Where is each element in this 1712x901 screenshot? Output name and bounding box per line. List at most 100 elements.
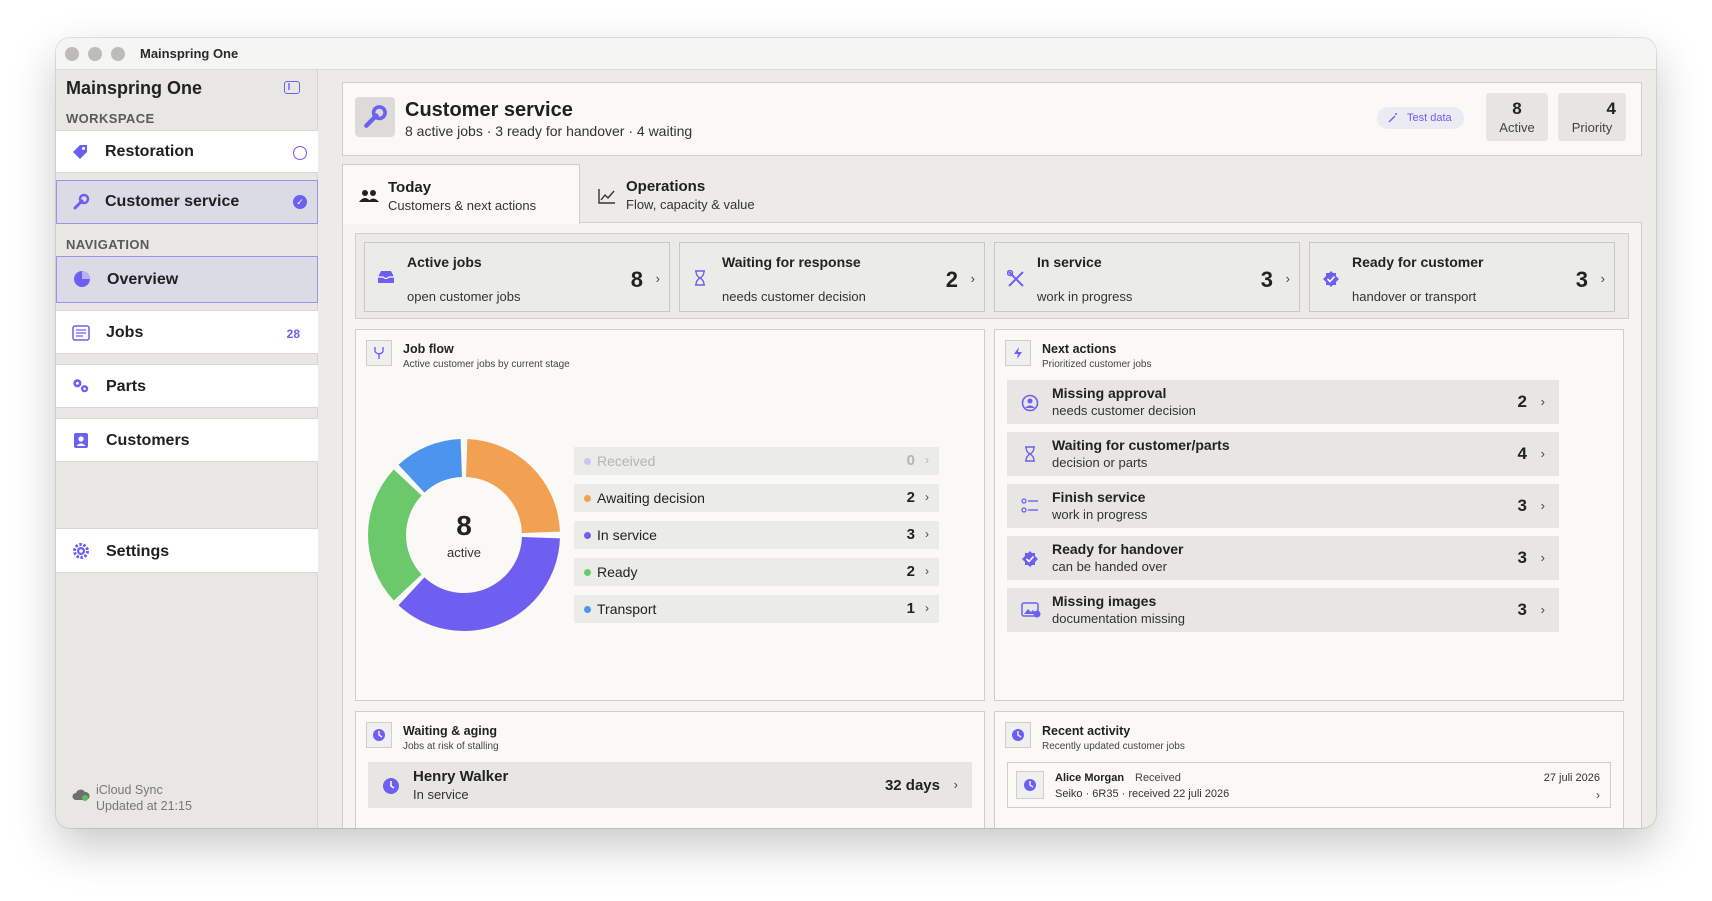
donut-center-value: 8 — [456, 510, 472, 541]
tray-icon — [377, 270, 395, 289]
recent-activity-card: Recent activity Recently updated custome… — [994, 711, 1624, 828]
legend-label: Ready — [597, 564, 638, 580]
legend-label: Received — [597, 453, 656, 469]
legend-row-in-service[interactable]: In service 3 › — [574, 521, 939, 549]
kpi-subtitle: open customer jobs — [407, 289, 521, 304]
priority-stat-value: 4 — [1606, 99, 1616, 118]
legend-row-ready[interactable]: Ready 2 › — [574, 558, 939, 586]
sidebar-item-customer-service[interactable]: Customer service ✓ — [56, 180, 318, 224]
next-action-missing-images[interactable]: Missing images documentation missing 3 › — [1007, 588, 1559, 632]
radio-selected-check-icon[interactable]: ✓ — [293, 195, 307, 209]
sidebar-item-restoration[interactable]: Restoration — [56, 130, 318, 173]
tab-subtitle: Customers & next actions — [388, 198, 537, 213]
card-subtitle: Recently updated customer jobs — [1042, 741, 1185, 752]
minimize-window-button[interactable] — [88, 47, 102, 61]
card-subtitle: Jobs at risk of stalling — [403, 741, 499, 752]
sidebar: Mainspring One WORKSPACE Restoration Cus… — [56, 70, 318, 828]
legend-row-received[interactable]: Received 0 › — [574, 447, 939, 475]
chevron-right-icon: › — [970, 271, 975, 286]
person-question-icon — [1021, 394, 1039, 417]
legend-row-awaiting-decision[interactable]: Awaiting decision 2 › — [574, 484, 939, 512]
activity-status: Received — [1135, 772, 1181, 784]
sidebar-item-overview[interactable]: Overview — [56, 256, 318, 303]
sidebar-item-jobs[interactable]: Jobs 28 — [56, 310, 318, 354]
activity-detail: Seiko · 6R35 · received 22 juli 2026 — [1055, 788, 1230, 800]
next-action-subtitle: work in progress — [1052, 507, 1148, 522]
sync-status: iCloud Sync Updated at 21:15 — [96, 782, 192, 814]
kpi-subtitle: handover or transport — [1352, 289, 1477, 304]
sidebar-item-customers[interactable]: Customers — [56, 418, 318, 462]
chevron-right-icon: › — [1540, 446, 1545, 461]
next-action-waiting-for-customer-parts[interactable]: Waiting for customer/parts decision or p… — [1007, 432, 1559, 476]
kpi-title: In service — [1037, 254, 1102, 270]
wrench-icon — [72, 193, 90, 211]
tools-icon — [1006, 269, 1025, 293]
radio-unselected-icon[interactable] — [293, 146, 307, 160]
kpi-title: Active jobs — [407, 254, 482, 270]
magic-wand-icon — [1388, 113, 1397, 123]
chevron-right-icon: › — [1540, 602, 1545, 617]
activity-item-icon — [1016, 771, 1044, 799]
active-stat: 8 Active — [1486, 93, 1548, 141]
next-action-ready-for-handover[interactable]: Ready for handover can be handed over 3 … — [1007, 536, 1559, 580]
waiting-age: 32 days — [884, 777, 940, 794]
page-header: Customer service 8 active jobs · 3 ready… — [342, 82, 1642, 156]
bolt-icon — [1005, 340, 1031, 366]
sidebar-item-settings[interactable]: Settings — [56, 528, 318, 573]
next-action-count: 3 — [1517, 496, 1527, 515]
legend-value: 0 — [906, 452, 915, 469]
sidebar-item-label: Customers — [106, 432, 190, 449]
sidebar-item-parts[interactable]: Parts — [56, 364, 318, 408]
sidebar-toggle-icon[interactable] — [284, 81, 300, 94]
activity-customer-name: Alice Morgan — [1055, 772, 1125, 784]
active-stat-label: Active — [1499, 120, 1535, 135]
clock-person-icon — [382, 777, 400, 800]
next-action-count: 4 — [1517, 444, 1527, 463]
next-action-subtitle: documentation missing — [1052, 611, 1185, 626]
card-subtitle: Active customer jobs by current stage — [403, 359, 570, 370]
activity-row-alice-morgan[interactable]: Alice Morgan Received Seiko · 6R35 · rec… — [1007, 762, 1611, 808]
kpi-card-ready-for-customer[interactable]: Ready for customer handover or transport… — [1309, 242, 1615, 312]
sidebar-item-label: Customer service — [105, 193, 240, 210]
waiting-row-henry-walker[interactable]: Henry Walker In service 32 days › — [368, 762, 972, 808]
card-title: Recent activity — [1042, 724, 1131, 738]
kpi-value: 8 — [630, 267, 643, 292]
donut-center-label: active — [447, 545, 481, 560]
list-icon — [72, 324, 90, 342]
legend-dot — [584, 532, 591, 539]
chevron-right-icon: › — [1540, 550, 1545, 565]
kpi-card-active-jobs[interactable]: Active jobs open customer jobs 8 › — [364, 242, 670, 312]
next-action-title: Missing approval — [1052, 385, 1167, 401]
active-stat-value: 8 — [1512, 99, 1522, 118]
legend-value: 3 — [906, 526, 915, 543]
tab-operations[interactable]: Operations Flow, capacity & value — [580, 164, 800, 224]
waiting-customer-name: Henry Walker — [413, 768, 509, 785]
tab-today[interactable]: Today Customers & next actions — [342, 164, 580, 224]
legend-value: 2 — [906, 563, 915, 580]
sidebar-item-label: Parts — [106, 378, 147, 395]
kpi-card-waiting-for-response[interactable]: Waiting for response needs customer deci… — [679, 242, 985, 312]
sidebar-app-title: Mainspring One — [66, 78, 203, 98]
chevron-right-icon: › — [953, 777, 958, 792]
legend-row-transport[interactable]: Transport 1 › — [574, 595, 939, 623]
next-action-finish-service[interactable]: Finish service work in progress 3 › — [1007, 484, 1559, 528]
page-title: Customer service — [405, 99, 573, 121]
hourglass-icon — [694, 270, 706, 291]
close-window-button[interactable] — [65, 47, 79, 61]
today-panel: Active jobs open customer jobs 8 › Waiti… — [342, 222, 1642, 828]
kpi-value: 3 — [1575, 267, 1588, 292]
card-title: Job flow — [403, 342, 454, 356]
chevron-right-icon: › — [925, 490, 929, 504]
waiting-aging-card: Waiting & aging Jobs at risk of stalling… — [355, 711, 985, 828]
test-data-label: Test data — [1407, 112, 1452, 124]
kpi-title: Waiting for response — [722, 254, 861, 270]
chevron-right-icon: › — [1540, 498, 1545, 513]
tab-title: Operations — [626, 178, 706, 195]
test-data-badge[interactable]: Test data — [1377, 107, 1464, 129]
zoom-window-button[interactable] — [111, 47, 125, 61]
clock-person-icon — [366, 722, 392, 748]
kpi-card-in-service[interactable]: In service work in progress 3 › — [994, 242, 1300, 312]
legend-dot — [584, 569, 591, 576]
next-action-missing-approval[interactable]: Missing approval needs customer decision… — [1007, 380, 1559, 424]
next-action-title: Missing images — [1052, 593, 1157, 609]
